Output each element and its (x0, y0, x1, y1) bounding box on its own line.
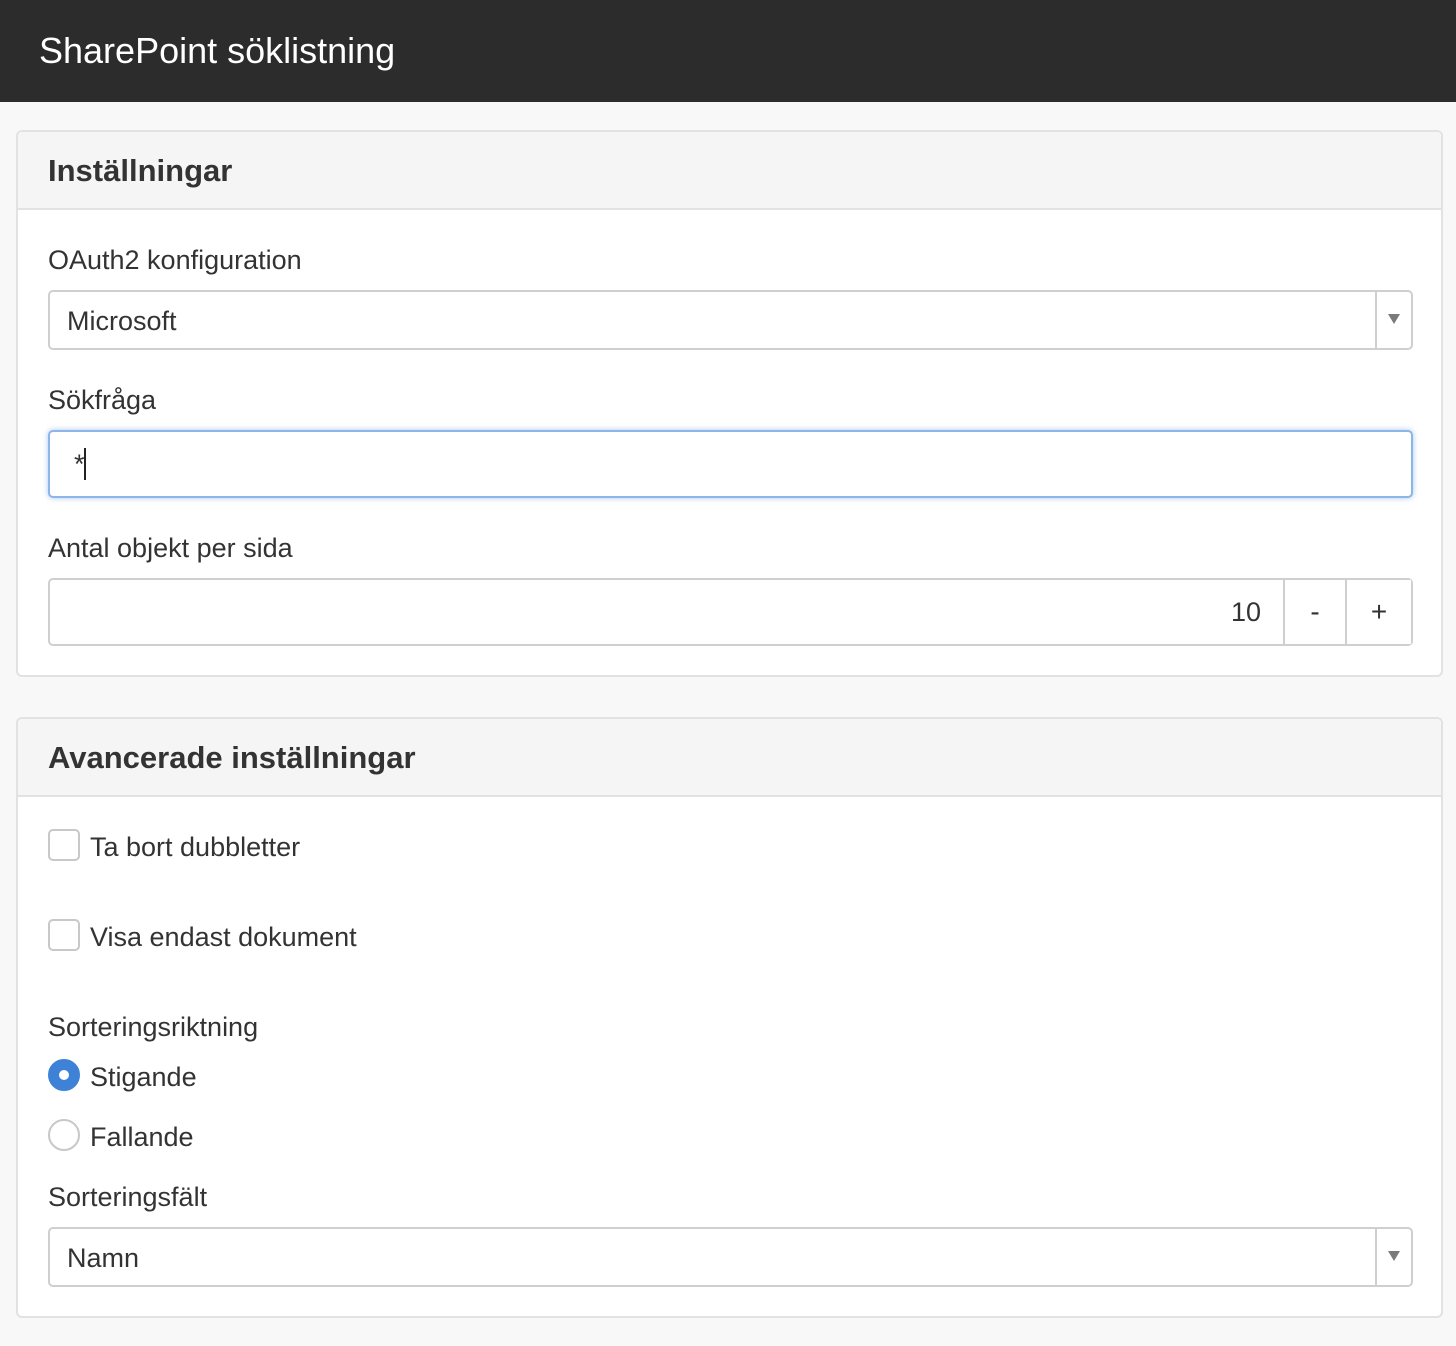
sort-field-select[interactable]: Namn (48, 1227, 1413, 1287)
advanced-panel-heading: Avancerade inställningar (18, 719, 1441, 797)
query-input[interactable] (48, 430, 1413, 498)
items-per-page-stepper[interactable]: 10 - + (48, 578, 1413, 646)
chevron-down-icon (1388, 1251, 1400, 1261)
documents-only-checkbox[interactable] (48, 919, 80, 951)
items-per-page-label: Antal objekt per sida (48, 533, 293, 563)
app-header: SharePoint söklistning (0, 0, 1456, 102)
remove-duplicates-label[interactable]: Ta bort dubbletter (90, 831, 300, 863)
query-label: Sökfråga (48, 385, 157, 415)
sort-field-label: Sorteringsfält (48, 1182, 208, 1212)
documents-only-label[interactable]: Visa endast dokument (90, 921, 357, 953)
advanced-heading: Avancerade inställningar (48, 740, 416, 775)
app-title: SharePoint söklistning (39, 30, 396, 71)
sort-ascending-label[interactable]: Stigande (90, 1061, 197, 1093)
sort-field-value: Namn (67, 1243, 140, 1273)
sort-ascending-radio[interactable] (48, 1059, 80, 1091)
text-caret (84, 448, 86, 480)
radio-dot (59, 1070, 69, 1080)
advanced-settings-panel: Avancerade inställningar Ta bort dubblet… (16, 717, 1443, 1318)
items-per-page-value[interactable]: 10 (1231, 596, 1261, 628)
settings-panel-heading: Inställningar (18, 132, 1441, 210)
chevron-down-icon (1388, 314, 1400, 324)
oauth-select-value: Microsoft (67, 306, 177, 336)
oauth-select[interactable]: Microsoft (48, 290, 1413, 350)
settings-panel: Inställningar OAuth2 konfiguration Micro… (16, 130, 1443, 677)
sort-descending-radio[interactable] (48, 1119, 80, 1151)
sort-descending-label[interactable]: Fallande (90, 1121, 194, 1153)
sort-direction-label: Sorteringsriktning (48, 1012, 259, 1042)
sort-field-select-toggle[interactable] (1375, 1229, 1411, 1285)
oauth-label: OAuth2 konfiguration (48, 245, 302, 275)
oauth-select-toggle[interactable] (1375, 292, 1411, 348)
settings-heading: Inställningar (48, 153, 233, 188)
decrement-button[interactable]: - (1283, 580, 1345, 644)
remove-duplicates-checkbox[interactable] (48, 829, 80, 861)
increment-button[interactable]: + (1345, 580, 1411, 644)
